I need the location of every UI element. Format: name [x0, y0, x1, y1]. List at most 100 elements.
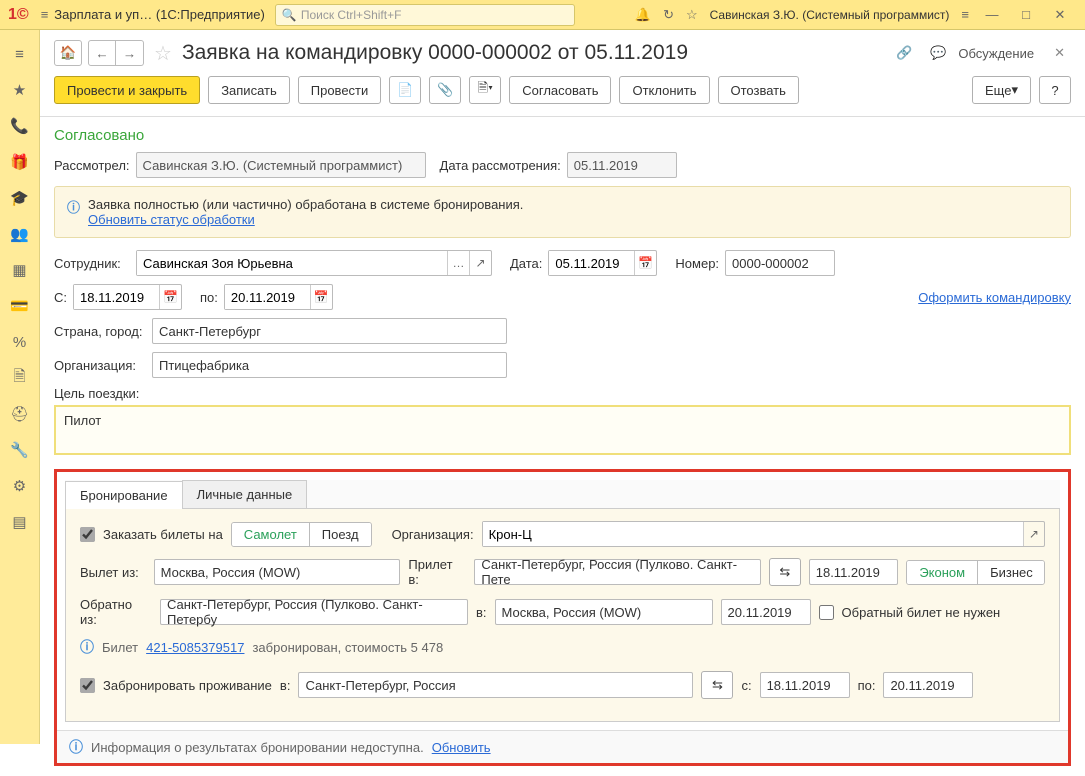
seg-train[interactable]: Поезд — [310, 523, 371, 546]
fav-star-icon[interactable]: ☆ — [154, 41, 172, 66]
sidebar-gear-icon[interactable]: ⚙ — [8, 474, 32, 498]
reviewed-by-label: Рассмотрел: — [54, 158, 130, 173]
current-user[interactable]: Савинская З.Ю. (Системный программист) — [710, 8, 950, 22]
sidebar-card-icon[interactable]: 💳 — [8, 294, 32, 318]
lodging-swap-button[interactable]: ⇆ — [701, 671, 733, 699]
titlebar: 1© ≡ Зарплата и уп… (1С:Предприятие) 🔍 П… — [0, 0, 1085, 30]
employee-ellipsis-icon[interactable]: … — [447, 251, 469, 275]
number-field[interactable]: 0000-000002 — [725, 250, 835, 276]
hamburger-icon[interactable]: ≡ — [41, 7, 49, 22]
open-org-icon[interactable]: ↗ — [1023, 522, 1044, 546]
lodging-city-field[interactable]: Санкт-Петербург, Россия — [298, 672, 693, 698]
review-date-field: 05.11.2019 — [567, 152, 677, 178]
sidebar-percent-icon[interactable]: % — [8, 330, 32, 354]
calendar-icon[interactable]: 📅 — [159, 285, 181, 309]
link-icon[interactable]: 🔗 — [896, 45, 912, 61]
sidebar-grad-icon[interactable]: 🎓 — [8, 186, 32, 210]
ticket-link[interactable]: 421-5085379517 — [146, 640, 244, 655]
calendar-icon[interactable]: 📅 — [310, 285, 332, 309]
lodging-from-label: с: — [741, 678, 751, 693]
approve-button[interactable]: Согласовать — [509, 76, 611, 104]
country-label: Страна, город: — [54, 324, 146, 339]
create-based-on-icon[interactable]: 📄 — [389, 76, 421, 104]
swap-cities-button[interactable]: ⇆ — [769, 558, 801, 586]
date-to-field[interactable]: 📅 — [224, 284, 333, 310]
class-segment: Эконом Бизнес — [906, 560, 1045, 585]
discussion-label[interactable]: Обсуждение — [958, 46, 1034, 61]
org-field[interactable]: Птицефабрика — [152, 352, 507, 378]
seg-plane[interactable]: Самолет — [232, 523, 310, 546]
ret-to-field[interactable]: Москва, Россия (MOW) — [495, 599, 713, 625]
sidebar-report-icon[interactable]: 🗎 — [8, 366, 32, 390]
calendar-icon[interactable]: 📅 — [634, 251, 656, 275]
lodging-from-field[interactable]: 18.11.2019 — [760, 672, 850, 698]
lodging-to-field[interactable]: 20.11.2019 — [883, 672, 973, 698]
sidebar-doc2-icon[interactable]: ▤ — [8, 510, 32, 534]
refresh-booking-link[interactable]: Обновить — [432, 740, 491, 755]
order-tickets-label: Заказать билеты на — [103, 527, 223, 542]
org-label: Организация: — [54, 358, 146, 373]
dep-from-field[interactable]: Москва, Россия (MOW) — [154, 559, 401, 585]
reject-button[interactable]: Отклонить — [619, 76, 709, 104]
dep-from-label: Вылет из: — [80, 565, 146, 580]
document-title: Заявка на командировку 0000-000002 от 05… — [182, 41, 688, 65]
forward-button[interactable]: → — [116, 40, 144, 66]
date-from-field[interactable]: 📅 — [73, 284, 182, 310]
minimize-icon[interactable]: — — [981, 7, 1003, 22]
tabs: Бронирование Личные данные — [65, 480, 1060, 509]
employee-open-icon[interactable]: ↗ — [469, 251, 491, 275]
back-button[interactable]: ← — [88, 40, 116, 66]
save-button[interactable]: Записать — [208, 76, 290, 104]
sidebar-star-icon[interactable]: ★ — [8, 78, 32, 102]
booking-status-info: ⓘ Заявка полностью (или частично) обрабо… — [54, 186, 1071, 238]
recall-button[interactable]: Отозвать — [718, 76, 799, 104]
maximize-icon[interactable]: □ — [1015, 7, 1037, 22]
no-return-checkbox[interactable] — [819, 605, 834, 620]
book-lodging-checkbox[interactable] — [80, 678, 95, 693]
employee-field[interactable]: … ↗ — [136, 250, 492, 276]
sidebar-wrench-icon[interactable]: 🔧 — [8, 438, 32, 462]
sidebar-calc-icon[interactable]: ▦ — [8, 258, 32, 282]
order-tickets-checkbox[interactable] — [80, 527, 95, 542]
home-button[interactable]: 🏠 — [54, 40, 82, 66]
make-trip-link[interactable]: Оформить командировку — [918, 290, 1071, 305]
sidebar-users-icon[interactable]: 👥 — [8, 222, 32, 246]
from-label: С: — [54, 290, 67, 305]
tab-booking[interactable]: Бронирование — [65, 481, 183, 509]
post-button[interactable]: Провести — [298, 76, 382, 104]
booking-info-unavailable: ⓘ Информация о результатах бронировании … — [57, 730, 1068, 763]
sidebar-helmet-icon[interactable]: ⛑ — [8, 402, 32, 426]
global-search[interactable]: 🔍 Поиск Ctrl+Shift+F — [275, 4, 575, 26]
seg-economy[interactable]: Эконом — [907, 561, 978, 584]
close-tab-icon[interactable]: ✕ — [1054, 45, 1065, 61]
toolbar: Провести и закрыть Записать Провести 📄 📎… — [40, 70, 1085, 117]
print-dropdown-icon[interactable]: 🗎▾ — [469, 76, 501, 104]
ret-from-field[interactable]: Санкт-Петербург, Россия (Пулково. Санкт-… — [160, 599, 468, 625]
refresh-status-link[interactable]: Обновить статус обработки — [88, 212, 255, 227]
seg-business[interactable]: Бизнес — [978, 561, 1045, 584]
info-icon: ⓘ — [67, 197, 80, 216]
sidebar-phone-icon[interactable]: 📞 — [8, 114, 32, 138]
help-button[interactable]: ? — [1039, 76, 1071, 104]
history-icon[interactable]: ↻ — [663, 7, 674, 23]
country-field[interactable]: Санкт-Петербург — [152, 318, 507, 344]
date-field[interactable]: 📅 — [548, 250, 657, 276]
close-icon[interactable]: ✕ — [1049, 7, 1071, 23]
sidebar-gift-icon[interactable]: 🎁 — [8, 150, 32, 174]
settings-icon[interactable]: ≡ — [961, 7, 969, 22]
discussion-icon[interactable]: 💬 — [930, 45, 946, 61]
ret-date-field[interactable]: 20.11.2019 — [721, 599, 811, 625]
purpose-field[interactable]: Пилот — [54, 405, 1071, 455]
tab-personal[interactable]: Личные данные — [182, 480, 308, 508]
booking-org-field[interactable]: ↗ — [482, 521, 1045, 547]
post-and-close-button[interactable]: Провести и закрыть — [54, 76, 200, 104]
more-button[interactable]: Еще ▾ — [972, 76, 1031, 104]
attach-icon[interactable]: 📎 — [429, 76, 461, 104]
sidebar-menu-icon[interactable]: ≡ — [8, 42, 32, 66]
dep-date-field[interactable]: 18.11.2019 — [809, 559, 899, 585]
star-icon[interactable]: ☆ — [686, 7, 698, 23]
bell-icon[interactable]: 🔔 — [635, 7, 651, 23]
arr-to-field[interactable]: Санкт-Петербург, Россия (Пулково. Санкт-… — [474, 559, 761, 585]
lodging-to-label: по: — [858, 678, 876, 693]
main-content: 🏠 ← → ☆ Заявка на командировку 0000-0000… — [40, 30, 1085, 744]
